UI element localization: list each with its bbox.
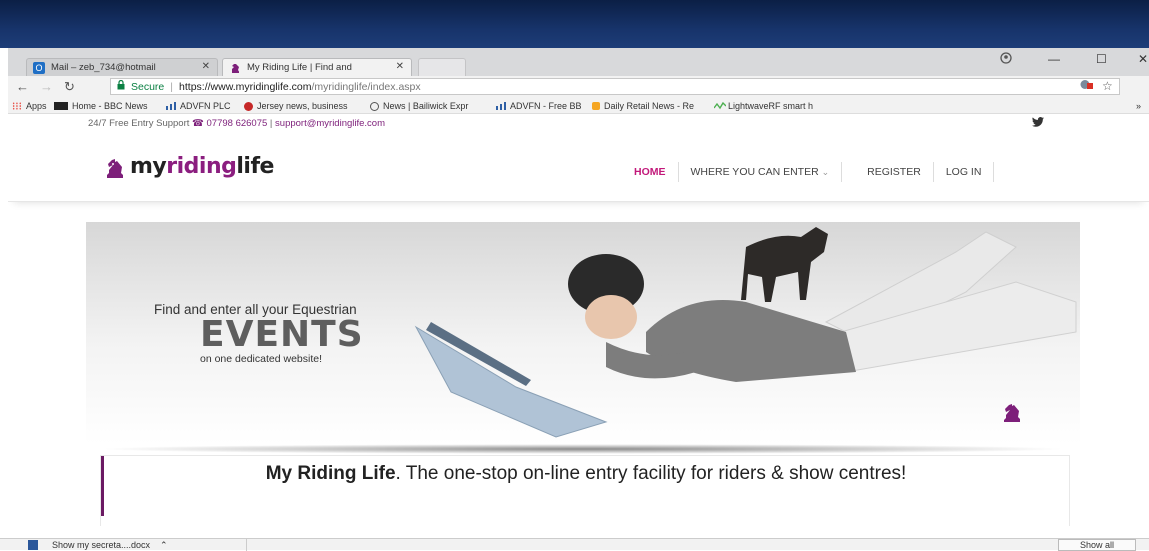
phone-icon: ☎ bbox=[192, 118, 207, 129]
bookmark-apps[interactable]: Apps bbox=[12, 101, 47, 111]
lock-icon bbox=[117, 79, 125, 93]
knight-icon bbox=[229, 62, 241, 74]
browser-window: O Mail – zeb_734@hotmail ✕ My Riding Lif… bbox=[8, 48, 1149, 550]
support-bar: 24/7 Free Entry Support ☎ 07798 626075 |… bbox=[8, 114, 1149, 134]
profile-icon[interactable] bbox=[1000, 52, 1012, 67]
url-separator: | bbox=[170, 80, 174, 93]
url-path: /myridinglife/index.aspx bbox=[311, 80, 421, 93]
show-all-button[interactable]: Show all bbox=[1058, 539, 1136, 551]
jersey-news-icon bbox=[244, 101, 253, 111]
bailiwick-icon bbox=[370, 101, 379, 111]
main-nav: HOME WHERE YOU CAN ENTER ⌄ REGISTER LOG … bbox=[622, 162, 995, 182]
secure-label: Secure bbox=[131, 80, 165, 93]
reload-icon[interactable]: ↻ bbox=[64, 79, 75, 95]
tab-label: Mail – zeb_734@hotmail bbox=[51, 62, 156, 73]
forward-icon[interactable]: → bbox=[40, 79, 53, 94]
close-window-icon[interactable]: ✕ bbox=[1138, 52, 1148, 66]
bookmarks-bar: Apps Home - BBC News ADVFN PLC Jersey ne… bbox=[8, 98, 1149, 114]
apps-grid-icon bbox=[12, 102, 22, 110]
desktop-background bbox=[0, 0, 1149, 48]
nav-where-you-can-enter[interactable]: WHERE YOU CAN ENTER ⌄ bbox=[679, 162, 843, 182]
tab-strip: O Mail – zeb_734@hotmail ✕ My Riding Lif… bbox=[8, 48, 1149, 76]
address-bar: ← → ↻ Secure | https://www.myridinglife.… bbox=[8, 76, 1149, 98]
tab-myridinglife[interactable]: My Riding Life | Find and ✕ bbox=[222, 58, 412, 76]
retail-news-icon bbox=[592, 102, 600, 110]
extension-icon[interactable] bbox=[1080, 79, 1094, 93]
bookmark-bailiwick[interactable]: News | Bailiwick Expr bbox=[370, 101, 468, 111]
nav-register[interactable]: REGISTER bbox=[855, 162, 934, 182]
bar-chart-icon bbox=[166, 102, 176, 110]
support-email[interactable]: support@myridinglife.com bbox=[275, 118, 385, 129]
more-bookmarks-icon[interactable]: » bbox=[1136, 101, 1141, 111]
url-input[interactable]: Secure | https://www.myridinglife.com /m… bbox=[110, 78, 1120, 95]
twitter-icon[interactable] bbox=[1032, 117, 1044, 127]
lightwave-icon bbox=[713, 101, 727, 110]
hero-banner: Find and enter all your Equestrian EVENT… bbox=[86, 222, 1080, 444]
downloads-separator bbox=[246, 539, 247, 551]
bookmark-retail-news[interactable]: Daily Retail News - Re bbox=[592, 101, 694, 111]
nav-login[interactable]: LOG IN bbox=[934, 162, 995, 182]
bookmark-lightwave[interactable]: LightwaveRF smart h bbox=[713, 101, 813, 111]
support-info: 24/7 Free Entry Support ☎ 07798 626075 |… bbox=[88, 118, 385, 129]
knight-logo-icon bbox=[104, 155, 126, 179]
bar-chart-icon bbox=[496, 102, 506, 110]
tab-mail[interactable]: O Mail – zeb_734@hotmail ✕ bbox=[26, 58, 218, 76]
back-icon[interactable]: ← bbox=[16, 79, 29, 94]
maximize-icon[interactable]: ☐ bbox=[1096, 52, 1107, 66]
tab-label: My Riding Life | Find and bbox=[247, 62, 352, 73]
nav-home[interactable]: HOME bbox=[622, 162, 679, 182]
close-tab-icon[interactable]: ✕ bbox=[202, 61, 210, 72]
promo-text: My Riding Life. The one-stop on-line ent… bbox=[265, 463, 907, 484]
word-doc-icon bbox=[28, 540, 38, 550]
minimize-icon[interactable]: — bbox=[1048, 52, 1060, 66]
site-header: my riding life HOME WHERE YOU CAN ENTER ⌄ … bbox=[8, 134, 1149, 202]
site-logo[interactable]: my riding life bbox=[104, 154, 274, 179]
bbc-icon bbox=[54, 102, 68, 110]
chevron-down-icon: ⌄ bbox=[821, 167, 830, 177]
hero-events: EVENTS bbox=[200, 314, 364, 355]
bookmark-advfn[interactable]: ADVFN PLC bbox=[166, 101, 231, 111]
url-host: https://www.myridinglife.com bbox=[179, 80, 312, 93]
bookmark-star-icon[interactable]: ☆ bbox=[1102, 79, 1113, 93]
chevron-up-icon[interactable]: ⌃ bbox=[160, 540, 168, 551]
hero-text: Find and enter all your Equestrian EVENT… bbox=[154, 302, 364, 365]
support-phone[interactable]: 07798 626075 bbox=[207, 118, 268, 129]
hero-shadow bbox=[98, 444, 1068, 454]
bookmark-jersey-news[interactable]: Jersey news, business bbox=[244, 101, 348, 111]
download-item[interactable]: Show my secreta....docx ⌃ bbox=[28, 539, 168, 551]
promo-box: My Riding Life. The one-stop on-line ent… bbox=[100, 455, 1070, 526]
close-tab-icon[interactable]: ✕ bbox=[396, 61, 404, 72]
outlook-icon: O bbox=[33, 62, 45, 74]
new-tab-button[interactable] bbox=[418, 58, 466, 76]
bookmark-bbc[interactable]: Home - BBC News bbox=[54, 101, 148, 111]
website-viewport: 24/7 Free Entry Support ☎ 07798 626075 |… bbox=[8, 114, 1149, 526]
bookmark-advfn-free[interactable]: ADVFN - Free BB bbox=[496, 101, 582, 111]
downloads-bar: Show my secreta....docx ⌃ Show all bbox=[0, 538, 1149, 551]
